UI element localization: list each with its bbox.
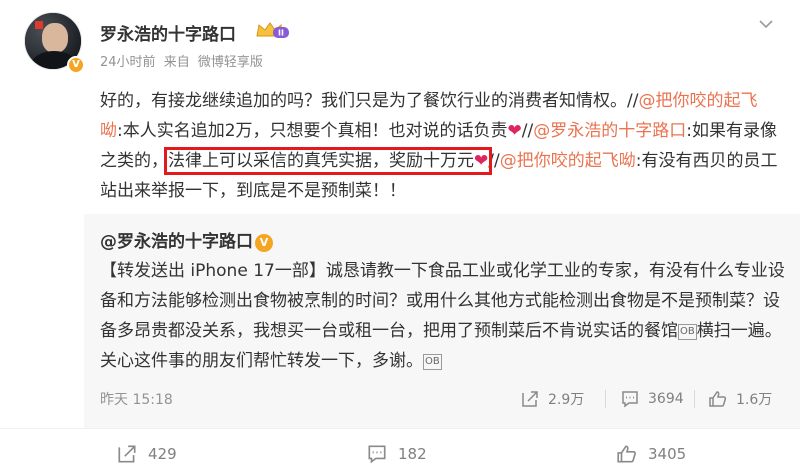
repost-footer: 昨天 15:18 2.9万 3694 1.6万 bbox=[84, 384, 800, 414]
repost-author: @罗永浩的十字路口 V bbox=[100, 227, 273, 252]
post-text-segment: :本人实名追加2万，只想要个真相！也对说的话负责 bbox=[117, 121, 508, 141]
repost-like-count: 1.6万 bbox=[736, 392, 773, 408]
comment-icon bbox=[368, 445, 386, 464]
highlighted-text: 法律上可以采信的真凭实据，奖励十万元❤ bbox=[163, 147, 493, 175]
heart-icon: ❤ bbox=[507, 121, 522, 141]
post-body: 好的，有接龙继续追加的吗？我们只是为了餐饮行业的消费者知情权。// @把你咬的起飞… bbox=[100, 86, 780, 206]
post-text-segment: // bbox=[488, 151, 500, 171]
repost-share-button[interactable]: 2.9万 bbox=[520, 387, 584, 411]
post-source[interactable]: 微博轻享版 bbox=[198, 55, 263, 70]
share-icon bbox=[522, 391, 538, 407]
svg-text:II: II bbox=[278, 29, 284, 38]
verified-icon: V bbox=[255, 234, 273, 252]
comment-icon bbox=[622, 391, 638, 408]
repost-comment-button[interactable]: 3694 bbox=[620, 387, 684, 411]
post-text-segment: // bbox=[521, 121, 534, 141]
like-count: 3405 bbox=[648, 445, 687, 463]
source-prefix: 来自 bbox=[163, 55, 190, 70]
comment-count: 182 bbox=[398, 445, 427, 463]
divider bbox=[605, 390, 606, 408]
emoji-icon: OB bbox=[678, 324, 697, 340]
repost-comment-count: 3694 bbox=[648, 391, 684, 407]
post-meta: 24小时前 来自 微博轻享版 bbox=[100, 51, 267, 70]
like-button[interactable]: 3405 bbox=[616, 442, 686, 466]
crown-badge-icon: II bbox=[256, 22, 289, 38]
post-header: V 罗永浩的十字路口 II 24小时前 来自 微博轻享版 bbox=[0, 0, 800, 88]
repost-share-count: 2.9万 bbox=[548, 392, 585, 408]
repost-body: 【转发送出 iPhone 17一部】诚恳请教一下食品工业或化学工业的专家，有没有… bbox=[100, 256, 790, 376]
emoji-icon: OB bbox=[423, 354, 442, 370]
share-count: 429 bbox=[148, 445, 177, 463]
comment-button[interactable]: 182 bbox=[366, 442, 427, 466]
heart-icon: ❤ bbox=[474, 151, 489, 171]
post-text-segment: 好的，有接龙继续追加的吗？我们只是为了餐饮行业的消费者知情权。// bbox=[100, 91, 639, 111]
verified-icon: V bbox=[67, 56, 85, 74]
repost-time[interactable]: 昨天 15:18 bbox=[100, 389, 173, 409]
share-button[interactable]: 429 bbox=[116, 442, 177, 466]
author-name[interactable]: 罗永浩的十字路口 bbox=[100, 20, 236, 45]
share-icon bbox=[118, 445, 136, 463]
repost-like-button[interactable]: 1.6万 bbox=[708, 387, 772, 411]
mention-link[interactable]: @罗永浩的十字路口 bbox=[533, 121, 686, 141]
action-bar: 429 182 3405 bbox=[0, 428, 800, 475]
divider bbox=[694, 390, 695, 408]
chevron-down-icon[interactable] bbox=[756, 14, 776, 30]
like-icon bbox=[617, 445, 636, 463]
mention-link[interactable]: @把你咬的起飞呦 bbox=[500, 151, 636, 171]
post-time[interactable]: 24小时前 bbox=[100, 55, 156, 70]
like-icon bbox=[709, 391, 727, 407]
